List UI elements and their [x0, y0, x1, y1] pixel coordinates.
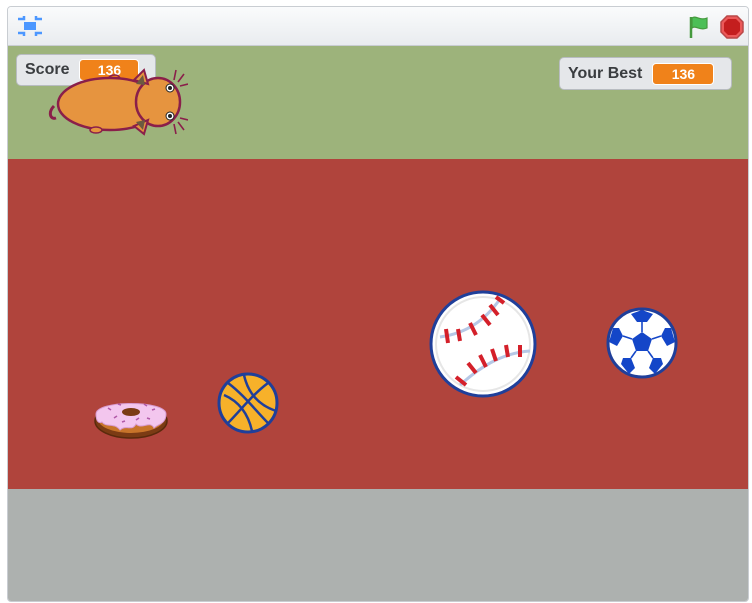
- fullscreen-icon[interactable]: [16, 14, 44, 38]
- green-flag-icon[interactable]: [686, 14, 712, 40]
- baseball-sprite[interactable]: [428, 289, 538, 399]
- hamster-sprite[interactable]: [48, 60, 188, 140]
- stage-toolbar: [8, 7, 748, 46]
- game-stage[interactable]: Score 136 Your Best 136: [8, 46, 748, 601]
- stage-frame: Score 136 Your Best 136: [7, 6, 749, 602]
- best-value: 136: [652, 62, 715, 85]
- best-label: Your Best: [568, 64, 643, 82]
- stop-icon[interactable]: [719, 14, 745, 40]
- best-monitor: Your Best 136: [559, 57, 732, 90]
- soccer-ball-sprite[interactable]: [605, 306, 679, 380]
- floor-band: [8, 489, 748, 601]
- donut-sprite[interactable]: [92, 394, 170, 440]
- basketball-sprite[interactable]: [216, 371, 280, 435]
